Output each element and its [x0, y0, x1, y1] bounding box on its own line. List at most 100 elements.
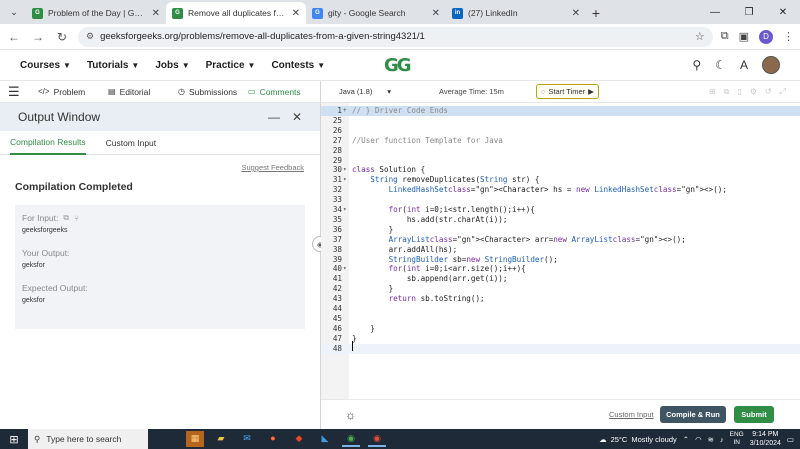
windows-start-icon[interactable]: ⊞	[0, 433, 28, 446]
dark-mode-icon[interactable]: ☾	[715, 58, 726, 72]
code-line[interactable]: 33	[321, 195, 800, 205]
menu-dots-icon[interactable]: ⋮	[783, 30, 794, 43]
code-editor[interactable]: 1 +// } Driver Code Ends 25 26 27//User func…	[321, 103, 800, 399]
code-line[interactable]: 45	[321, 314, 800, 324]
forward-icon[interactable]: →	[30, 30, 46, 44]
close-icon[interactable]: ✕	[152, 8, 160, 19]
fold-toggle-icon[interactable]: ▾	[343, 205, 349, 215]
code-line[interactable]: 42 }	[321, 284, 800, 294]
nav-contests[interactable]: Contests ▼	[271, 60, 325, 71]
reset-icon[interactable]: ↺	[765, 87, 772, 97]
minimize-icon[interactable]: —	[698, 7, 732, 18]
notification-icon[interactable]: ▭	[787, 435, 794, 444]
suggest-feedback-link[interactable]: Suggest Feedback	[241, 163, 304, 172]
close-icon[interactable]: ✕	[432, 8, 440, 19]
code-line[interactable]: 43 return sb.toString();	[321, 294, 800, 304]
network-icon[interactable]: ◠	[695, 435, 702, 444]
user-avatar[interactable]	[762, 56, 780, 74]
tab-search-icon[interactable]: ⌄	[4, 2, 24, 22]
custom-input-link[interactable]: Custom Input	[609, 410, 654, 419]
file-explorer-icon[interactable]: ▰	[212, 431, 230, 447]
nav-practice[interactable]: Practice ▼	[206, 60, 256, 71]
extensions-icon[interactable]: ⧉	[721, 30, 729, 43]
close-icon[interactable]: ✕	[572, 8, 580, 19]
tab-submissions[interactable]: ◷ Submissions	[178, 87, 248, 97]
file-icon[interactable]: ▯	[737, 87, 741, 97]
compile-run-button[interactable]: Compile & Run	[660, 406, 726, 423]
tab-compilation-results[interactable]: Compilation Results	[10, 131, 86, 155]
window-close-icon[interactable]: ✕	[766, 7, 800, 18]
fullscreen-icon[interactable]: ⊞	[709, 87, 716, 97]
code-line[interactable]: 46 }	[321, 324, 800, 334]
code-line[interactable]: 31 ▾ String removeDuplicates(String str) …	[321, 175, 800, 185]
widget-app-icon[interactable]: ▦	[186, 431, 204, 447]
reload-icon[interactable]: ↻	[54, 30, 70, 44]
tab-custom-input[interactable]: Custom Input	[106, 131, 157, 155]
nav-tutorials[interactable]: Tutorials ▼	[87, 60, 139, 71]
tab-editorial[interactable]: ▤ Editorial	[108, 87, 178, 97]
minimize-icon[interactable]: —	[268, 110, 280, 124]
wifi-icon[interactable]: ≋	[708, 435, 714, 444]
copy-icon[interactable]: ⧉	[63, 213, 69, 223]
side-panel-icon[interactable]: ▣	[739, 30, 749, 43]
code-line[interactable]: 28	[321, 146, 800, 156]
submit-button[interactable]: Submit	[734, 406, 774, 423]
code-line[interactable]: 41 sb.append(arr.get(i));	[321, 274, 800, 284]
branch-icon[interactable]: ⑂	[74, 214, 79, 223]
taskbar-search[interactable]: ⚲ Type here to search	[28, 429, 148, 449]
chrome-icon[interactable]: ◉	[342, 431, 360, 447]
volume-icon[interactable]: ♪	[720, 435, 724, 444]
mail-icon[interactable]: ✉	[238, 431, 256, 447]
browser-tab-1[interactable]: G Remove all duplicates from a gi ✕	[166, 2, 306, 24]
code-line[interactable]: 36 }	[321, 225, 800, 235]
site-info-icon[interactable]: ⚙	[86, 31, 94, 42]
code-line[interactable]: 26	[321, 126, 800, 136]
nav-courses[interactable]: Courses ▼	[20, 60, 71, 71]
restore-icon[interactable]: ❐	[732, 7, 766, 18]
search-icon[interactable]: ⚲	[692, 58, 701, 72]
office-icon[interactable]: ◆	[290, 431, 308, 447]
clock[interactable]: 9:14 PM 3/10/2024	[750, 430, 781, 448]
browser-tab-2[interactable]: G gity - Google Search ✕	[306, 2, 446, 24]
expand-icon[interactable]: ⤢	[780, 87, 786, 97]
start-timer-button[interactable]: ◌ Start Timer ▶	[536, 84, 599, 99]
code-line[interactable]: 44	[321, 304, 800, 314]
fold-toggle-icon[interactable]: ▾	[343, 264, 349, 274]
profile-avatar[interactable]: D	[759, 29, 773, 44]
code-line[interactable]: 34 ▾ for(int i=0;i<str.length();i++){	[321, 205, 800, 215]
fold-toggle-icon[interactable]: +	[343, 106, 349, 116]
hamburger-menu-icon[interactable]: ☰	[8, 84, 22, 100]
firefox-icon[interactable]: ●	[264, 431, 282, 447]
code-line[interactable]: 27 //User function Template for Java	[321, 136, 800, 146]
code-line[interactable]: 37 ArrayListclass="gn"><Character> arr=n…	[321, 235, 800, 245]
code-line[interactable]: 47}	[321, 334, 800, 344]
browser-tab-3[interactable]: in (27) LinkedIn ✕	[446, 2, 586, 24]
close-icon[interactable]: ✕	[292, 8, 300, 19]
code-line[interactable]: 39 StringBuilder sb=new StringBuilder();	[321, 255, 800, 265]
input-language[interactable]: ENG IN	[730, 431, 744, 447]
nav-jobs[interactable]: Jobs ▼	[155, 60, 189, 71]
weather-widget[interactable]: ☁ 25°C Mostly cloudy	[599, 435, 677, 444]
fold-toggle-icon[interactable]: ▾	[343, 175, 349, 185]
code-line[interactable]: 25	[321, 116, 800, 126]
theme-toggle-icon[interactable]: ☼	[345, 408, 356, 422]
fold-toggle-icon[interactable]: ▾	[343, 165, 349, 175]
vscode-icon[interactable]: ◣	[316, 431, 334, 447]
browser-tab-0[interactable]: G Problem of the Day | GeeksforG ✕	[26, 2, 166, 24]
code-line[interactable]: 38 arr.addAll(hs);	[321, 245, 800, 255]
code-line[interactable]: 30 ▾ class Solution {	[321, 165, 800, 175]
settings-icon[interactable]: ⚙	[750, 87, 757, 97]
tab-comments[interactable]: ▭ Comments	[248, 87, 318, 97]
new-tab-icon[interactable]: +	[586, 5, 606, 21]
code-line[interactable]: 29	[321, 156, 800, 166]
language-select[interactable]: Java (1.8) ▾	[337, 84, 393, 100]
close-icon[interactable]: ✕	[292, 110, 302, 124]
gfg-logo[interactable]: GG	[384, 55, 412, 76]
address-bar[interactable]: ⚙ geeksforgeeks.org/problems/remove-all-…	[78, 26, 713, 47]
chrome-profile-icon[interactable]: ◉	[368, 431, 386, 447]
tab-problem[interactable]: </> Problem	[38, 87, 108, 97]
code-line[interactable]: 48	[321, 343, 800, 354]
code-line[interactable]: 32 LinkedHashSetclass="gn"><Character> h…	[321, 185, 800, 195]
back-icon[interactable]: ←	[6, 30, 22, 44]
code-line[interactable]: 1 +// } Driver Code Ends	[321, 106, 800, 116]
